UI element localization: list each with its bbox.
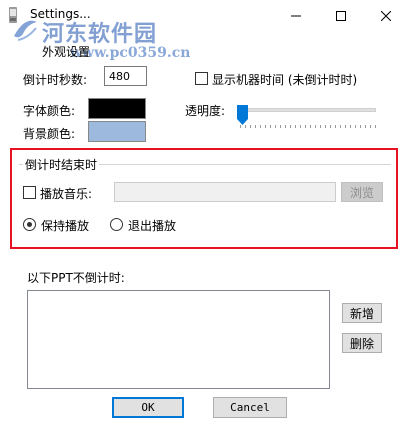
cancel-button[interactable]: Cancel [213, 397, 287, 418]
play-music-checkbox[interactable] [23, 186, 36, 199]
countdown-seconds-label: 倒计时秒数: [23, 73, 88, 87]
close-button[interactable] [363, 0, 408, 31]
add-button-label: 新增 [349, 306, 374, 321]
font-color-label: 字体颜色: [23, 104, 76, 118]
keep-playing-radio[interactable] [23, 218, 36, 231]
maximize-button[interactable] [318, 0, 363, 31]
minimize-icon [290, 15, 301, 16]
keep-playing-label: 保持播放 [41, 219, 90, 233]
countdown-end-group-title: 倒计时结束时 [23, 156, 100, 173]
play-music-label: 播放音乐: [40, 187, 93, 201]
transparency-slider-ticks [240, 125, 376, 128]
minimize-button[interactable] [273, 0, 318, 31]
watermark-logo-icon [14, 20, 37, 41]
background-color-swatch[interactable] [88, 121, 146, 142]
transparency-slider-thumb[interactable] [237, 105, 248, 125]
exclusion-list-label: 以下PPT不倒计时: [27, 271, 125, 285]
background-color-label: 背景颜色: [23, 127, 76, 141]
browse-button-label: 浏览 [349, 185, 374, 200]
add-button[interactable]: 新增 [342, 303, 382, 323]
ok-button-label: OK [141, 401, 155, 414]
countdown-seconds-input[interactable]: 480 [104, 66, 147, 86]
music-path-input[interactable] [114, 182, 336, 202]
show-clock-label: 显示机器时间 (未倒计时时) [212, 73, 358, 87]
browse-button[interactable]: 浏览 [341, 182, 383, 202]
countdown-seconds-value: 480 [109, 69, 130, 83]
transparency-slider-track[interactable] [242, 108, 376, 112]
show-clock-checkbox[interactable] [195, 72, 208, 85]
close-icon [380, 10, 391, 21]
cancel-button-label: Cancel [230, 401, 270, 414]
maximize-icon [335, 10, 346, 21]
exit-playing-label: 退出播放 [128, 219, 177, 233]
appearance-section-title: 外观设置 [42, 45, 91, 59]
exit-playing-radio[interactable] [110, 218, 123, 231]
transparency-label: 透明度: [185, 104, 226, 118]
delete-button-label: 删除 [349, 336, 374, 351]
delete-button[interactable]: 删除 [342, 333, 382, 353]
font-color-swatch[interactable] [88, 98, 146, 119]
ok-button[interactable]: OK [112, 397, 184, 418]
exclusion-listbox[interactable] [27, 290, 330, 389]
